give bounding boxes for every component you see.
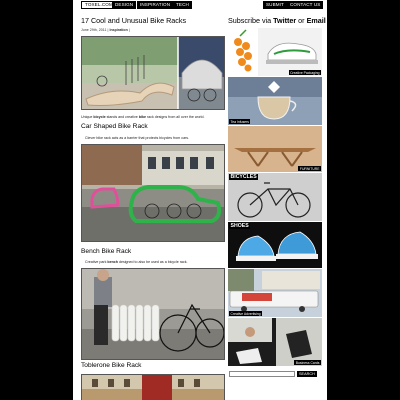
packaging-image (228, 28, 322, 76)
search-input[interactable] (229, 371, 295, 377)
section-bench-caption: Creative park bench designed to also be … (85, 260, 188, 264)
nav-design[interactable]: DESIGN (112, 1, 137, 9)
post-meta: June 29th, 2011 | Inspiration | (81, 28, 130, 32)
tile-label-cards: Business Cards (294, 360, 321, 365)
tile-creative-advertising[interactable]: Creative Advertising (228, 269, 322, 317)
hero-photo[interactable] (81, 36, 225, 110)
section-bench-title: Bench Bike Rack (81, 248, 132, 255)
toblerone-rack-photo[interactable] (81, 374, 225, 400)
toblerone-rack-photo-image (82, 375, 224, 400)
post-category[interactable]: Inspiration (109, 28, 127, 32)
section-car-title: Car Shaped Bike Rack (81, 123, 148, 130)
post-title[interactable]: 17 Cool and Unusual Bike Racks (81, 16, 186, 25)
twitter-link[interactable]: Twitter (273, 16, 296, 25)
section-car-caption: Clever bike rack acts as a barrier that … (85, 136, 190, 140)
post-intro: Unique bicycle stands and creative bike … (81, 115, 205, 119)
bench-rack-photo-image (82, 269, 224, 359)
bench-link[interactable]: bench (107, 260, 118, 264)
bicycles-image (228, 173, 322, 221)
nav-inspiration[interactable]: INSPIRATION (137, 1, 174, 9)
nav-contact[interactable]: CONTACT US (287, 1, 324, 9)
nav-tech[interactable]: TECH (173, 1, 192, 9)
business-cards-image (228, 318, 322, 366)
tile-tea-infusers[interactable]: Tea Infusers (228, 77, 322, 125)
advertising-image (228, 269, 322, 317)
tile-label-packaging: Creative Packaging (288, 70, 321, 75)
tile-bicycles[interactable]: BICYCLES (228, 173, 322, 221)
email-link[interactable]: Email (307, 16, 326, 25)
tile-label-furniture: FURNITURE (298, 166, 321, 171)
tile-label-advertising: Creative Advertising (229, 311, 263, 316)
tile-shoes[interactable]: SHOES (228, 222, 322, 268)
page: TOXEL.COM DESIGN INSPIRATION TECH SUBMIT… (73, 0, 327, 400)
tile-furniture[interactable]: FURNITURE (228, 126, 322, 172)
car-rack-photo-image (82, 145, 224, 241)
bicycle-link[interactable]: bicycle (93, 115, 105, 119)
bike-link[interactable]: bike (139, 115, 146, 119)
section-toblerone-title: Toblerone Bike Rack (81, 362, 142, 369)
car-rack-photo[interactable] (81, 144, 225, 242)
tile-business-cards[interactable]: Business Cards (228, 318, 322, 366)
post-date: June 29th, 2011 | (81, 28, 109, 32)
top-nav: TOXEL.COM DESIGN INSPIRATION TECH SUBMIT… (73, 0, 327, 11)
subscribe-heading: Subscribe via Twitter or Email (228, 16, 326, 25)
tile-head-shoes: SHOES (229, 223, 251, 229)
nav-submit[interactable]: SUBMIT (263, 1, 287, 9)
tea-infusers-image (228, 77, 322, 125)
tile-head-bicycles: BICYCLES (229, 174, 259, 180)
tile-label-tea: Tea Infusers (229, 119, 251, 124)
tile-creative-packaging[interactable]: Creative Packaging (228, 28, 322, 76)
search-button[interactable]: SEARCH (297, 371, 317, 377)
hero-photo-image (82, 37, 224, 109)
bench-rack-photo[interactable] (81, 268, 225, 360)
